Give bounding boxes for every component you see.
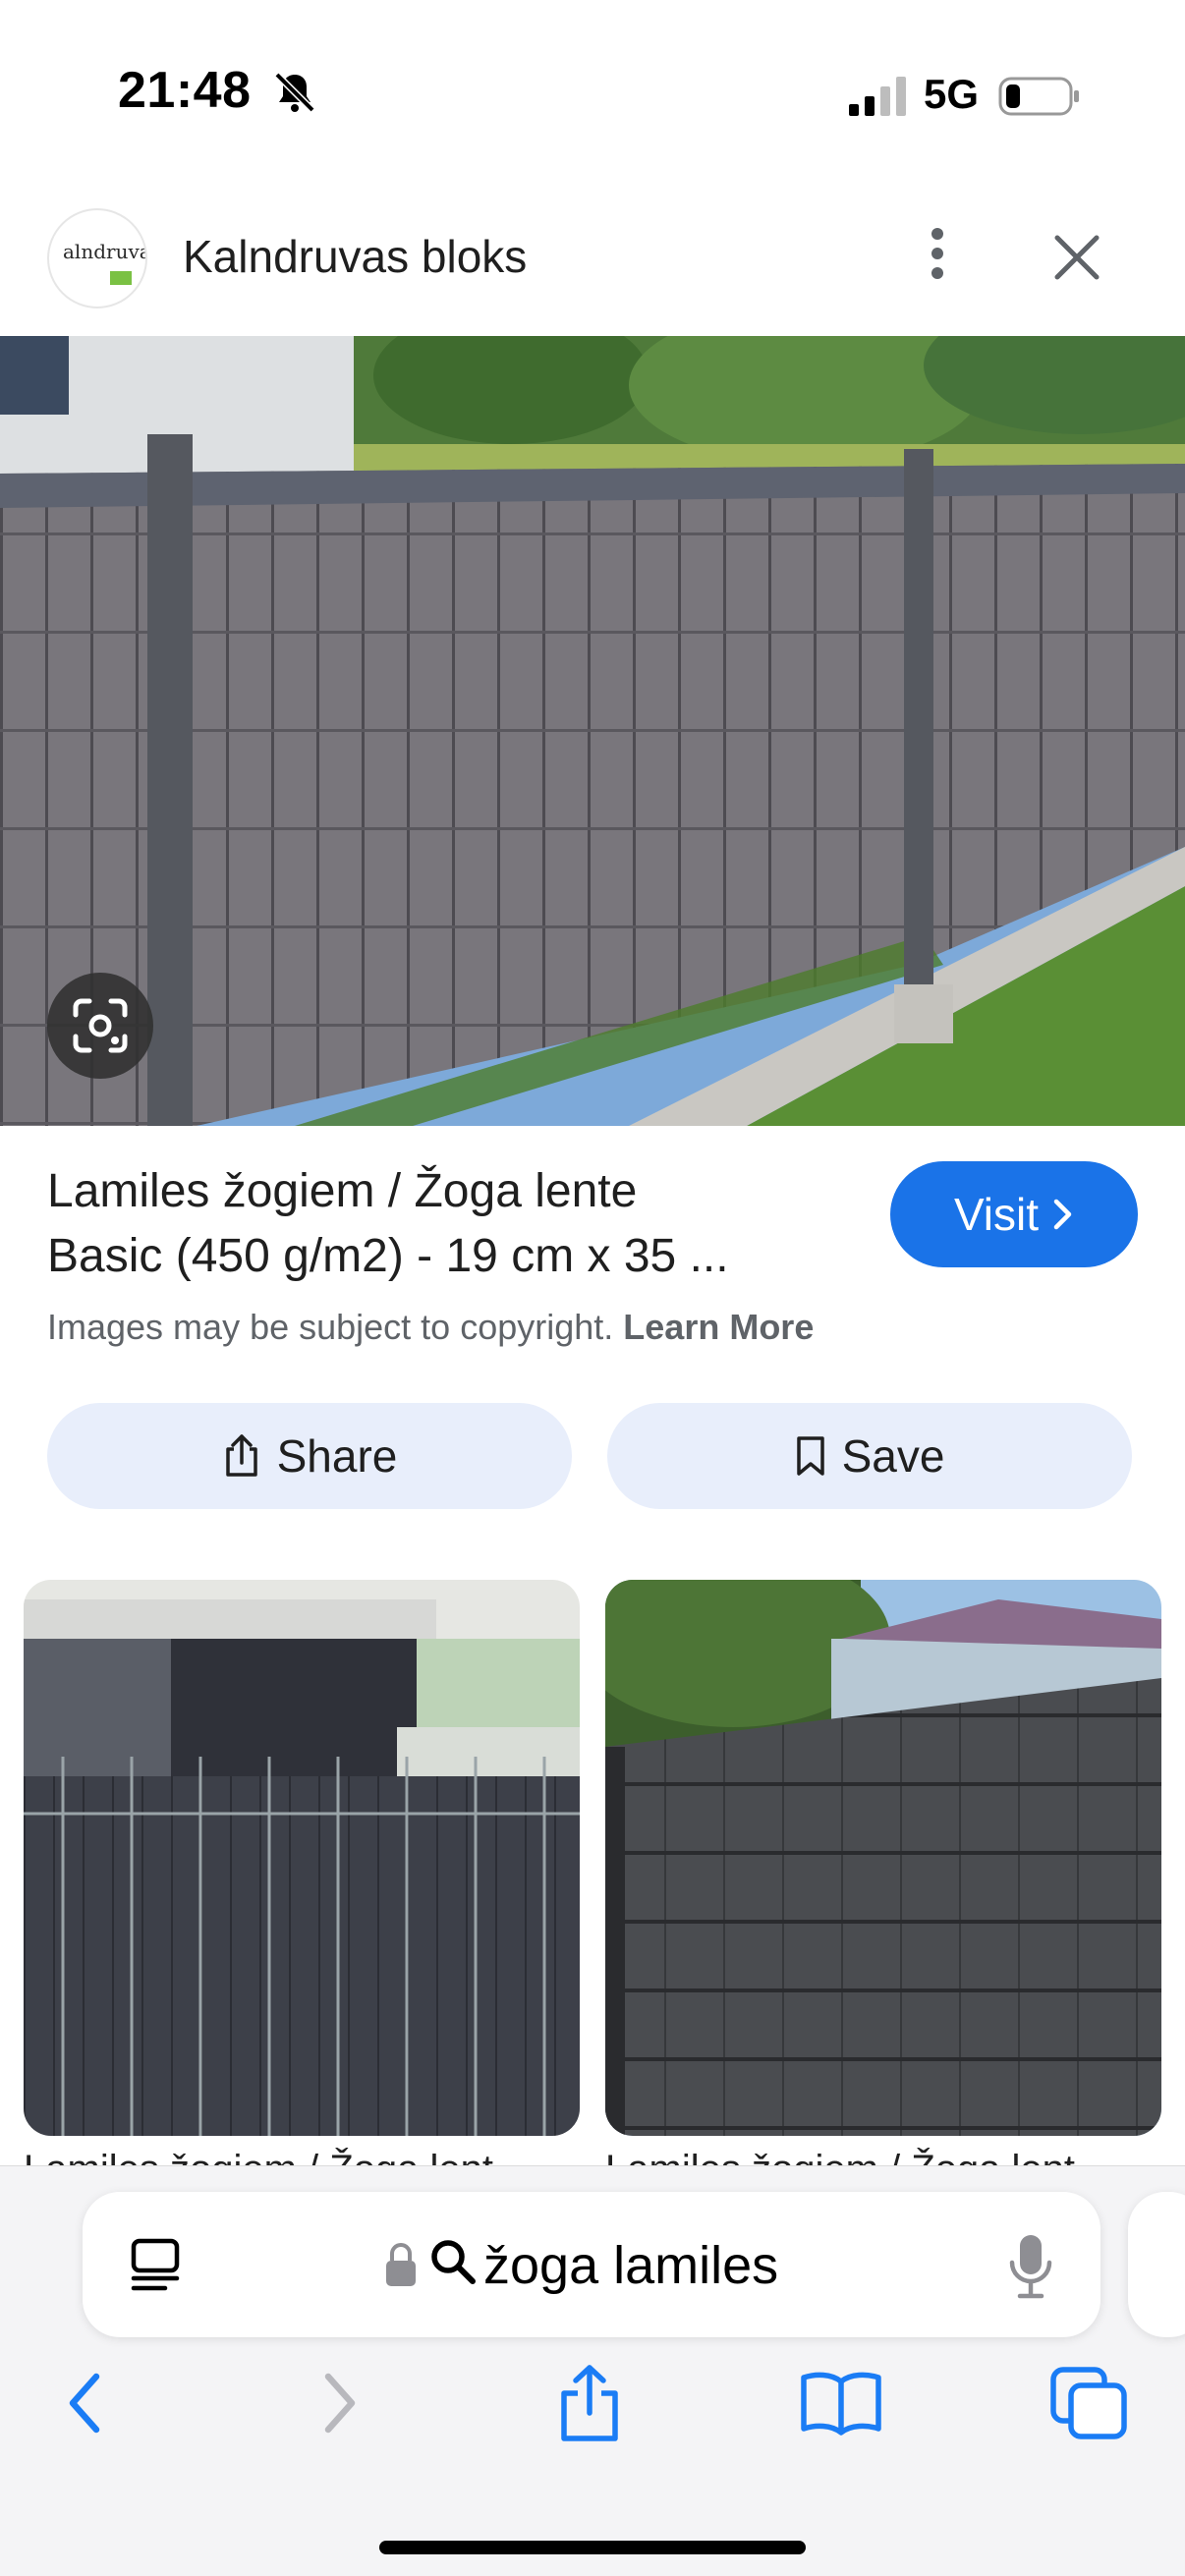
cellular-signal-icon <box>849 77 906 116</box>
bookmark-icon <box>796 1436 824 1476</box>
back-button[interactable] <box>35 2354 134 2452</box>
share-icon <box>561 2365 618 2441</box>
status-bar: 21:48 5G <box>0 0 1185 187</box>
bookmarks-button[interactable] <box>792 2354 890 2452</box>
tabs-button[interactable] <box>1040 2354 1138 2452</box>
copyright-notice: Images may be subject to copyright. Lear… <box>47 1307 814 1348</box>
share-icon <box>225 1434 257 1477</box>
camera-lens-icon <box>73 998 128 1053</box>
visual-search-button[interactable] <box>47 973 153 1079</box>
related-image[interactable] <box>605 1580 1161 2136</box>
address-bar[interactable]: žoga lamiles <box>83 2192 1100 2337</box>
main-result-image[interactable] <box>0 336 1185 1126</box>
search-icon <box>431 2240 476 2284</box>
more-options-button[interactable] <box>914 222 961 285</box>
result-title[interactable]: Lamiles žogiem / Žoga lente Basic (450 g… <box>47 1159 853 1289</box>
bell-off-icon <box>274 72 315 113</box>
result-header: alndruva Kalndruvas bloks <box>0 196 1185 334</box>
share-label: Share <box>276 1430 398 1482</box>
result-title-line-2: Basic (450 g/m2) - 19 cm x 35 ... <box>47 1230 729 1282</box>
related-image[interactable] <box>24 1580 580 2136</box>
microphone-icon[interactable] <box>1006 2231 1055 2302</box>
copyright-text: Images may be subject to copyright. <box>47 1307 614 1347</box>
battery-icon <box>998 77 1079 116</box>
site-title[interactable]: Kalndruvas bloks <box>183 230 527 283</box>
tabs-icon <box>1050 2367 1127 2439</box>
share-button[interactable]: Share <box>47 1403 572 1509</box>
network-type: 5G <box>924 71 980 117</box>
status-time: 21:48 <box>118 62 252 119</box>
visit-label: Visit <box>953 1189 1040 1240</box>
home-indicator <box>379 2541 806 2554</box>
more-vert-icon <box>931 228 943 279</box>
visit-button[interactable]: Visit <box>890 1161 1138 1267</box>
chevron-left-icon <box>69 2373 100 2434</box>
logo-text: alndruva <box>63 240 147 263</box>
site-logo[interactable]: alndruva <box>47 208 147 308</box>
learn-more-link[interactable]: Learn More <box>623 1307 814 1347</box>
result-title-line-1: Lamiles žogiem / Žoga lente <box>47 1165 638 1217</box>
close-icon[interactable] <box>1049 230 1104 285</box>
page-menu-icon[interactable] <box>126 2235 185 2294</box>
address-text[interactable]: žoga lamiles <box>483 2235 778 2296</box>
chevron-right-icon <box>1053 1199 1072 1230</box>
chevron-right-icon <box>324 2373 356 2434</box>
save-button[interactable]: Save <box>607 1403 1132 1509</box>
book-icon <box>801 2372 881 2436</box>
share-sheet-button[interactable] <box>540 2354 639 2452</box>
lock-icon <box>386 2243 416 2286</box>
forward-button[interactable] <box>291 2354 389 2452</box>
save-label: Save <box>841 1430 945 1482</box>
logo-accent <box>110 271 132 285</box>
next-tab-preview[interactable] <box>1128 2192 1185 2337</box>
